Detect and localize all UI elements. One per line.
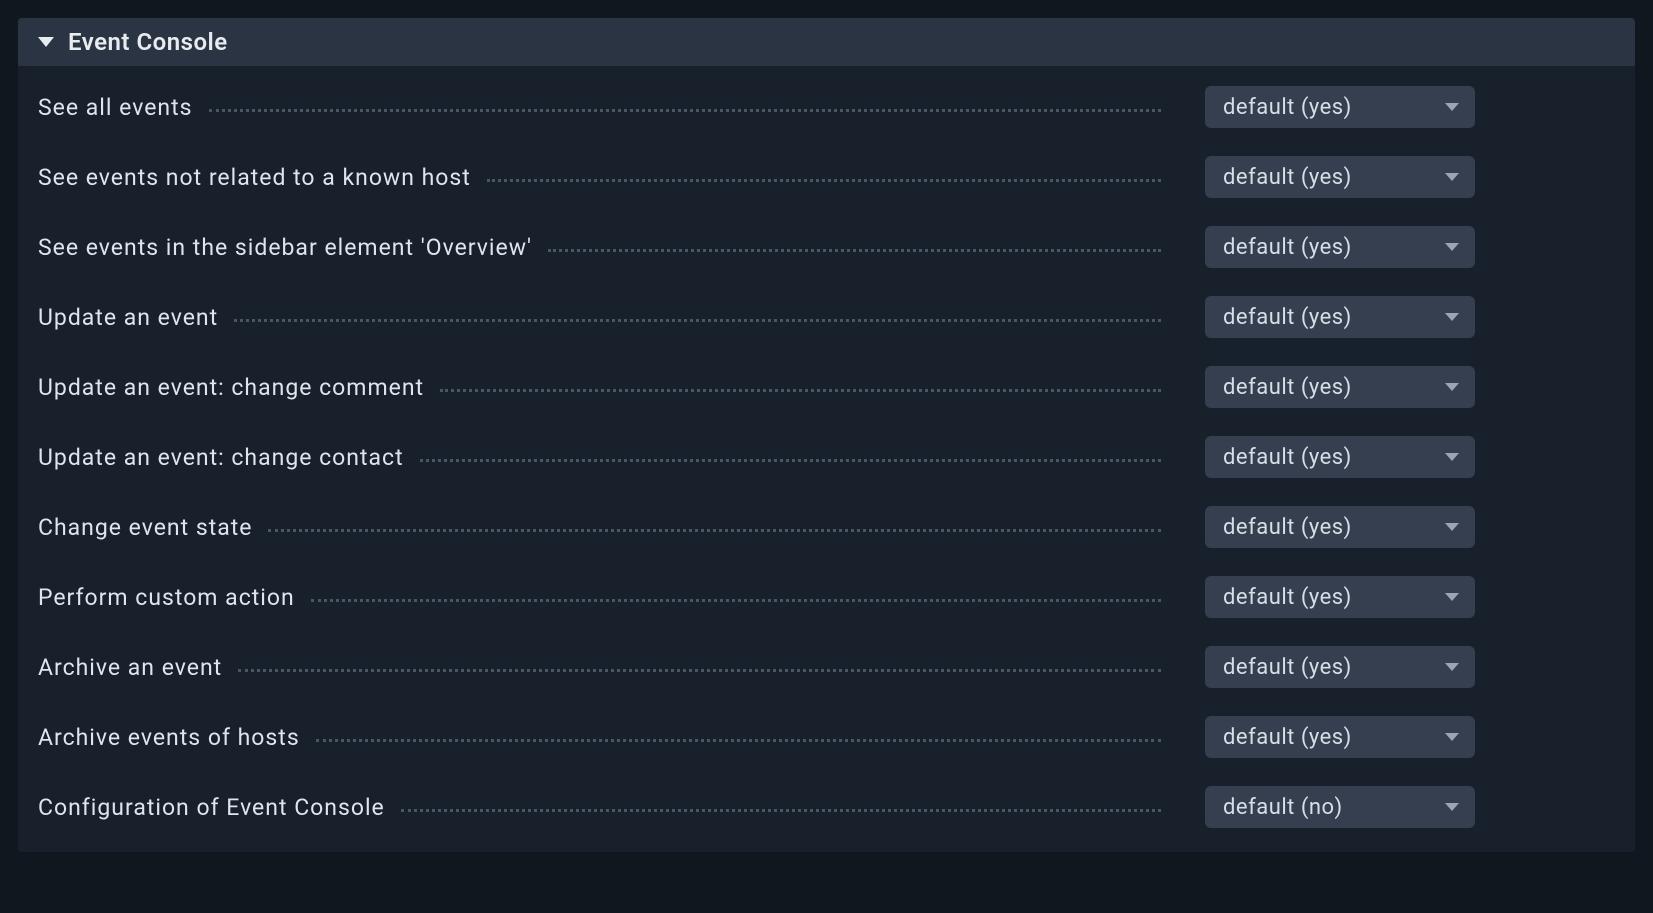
permission-label: Archive events of hosts [38, 724, 310, 751]
leader-dots [401, 809, 1161, 812]
permission-select[interactable]: default (yes) [1205, 716, 1475, 758]
permission-label-wrap: Archive events of hosts [38, 724, 1167, 751]
permission-label: Update an event: change contact [38, 444, 414, 471]
permission-select-value: default (yes) [1223, 655, 1352, 680]
permission-label: See all events [38, 94, 203, 121]
permission-select[interactable]: default (yes) [1205, 156, 1475, 198]
permission-row: Update an event: change contact default … [38, 436, 1615, 478]
permission-select-value: default (yes) [1223, 585, 1352, 610]
leader-dots [311, 599, 1161, 602]
permission-label-wrap: Archive an event [38, 654, 1167, 681]
permission-label-wrap: Change event state [38, 514, 1167, 541]
permission-select-value: default (yes) [1223, 95, 1352, 120]
permission-row: Archive an event default (yes) [38, 646, 1615, 688]
chevron-down-icon [1445, 663, 1459, 671]
permission-label: Change event state [38, 514, 262, 541]
permission-label: See events in the sidebar element 'Overv… [38, 234, 542, 261]
permission-row: Update an event: change comment default … [38, 366, 1615, 408]
leader-dots [440, 389, 1161, 392]
leader-dots [234, 319, 1161, 322]
chevron-down-icon [1445, 453, 1459, 461]
permission-row: Configuration of Event Console default (… [38, 786, 1615, 828]
panel-header[interactable]: Event Console [18, 18, 1635, 66]
chevron-down-icon [1445, 733, 1459, 741]
collapse-icon [38, 37, 54, 47]
permission-select[interactable]: default (no) [1205, 786, 1475, 828]
permission-label-wrap: See events in the sidebar element 'Overv… [38, 234, 1167, 261]
permission-row: See events in the sidebar element 'Overv… [38, 226, 1615, 268]
permission-label-wrap: See all events [38, 94, 1167, 121]
leader-dots [238, 669, 1161, 672]
chevron-down-icon [1445, 803, 1459, 811]
permission-select-value: default (yes) [1223, 445, 1352, 470]
chevron-down-icon [1445, 383, 1459, 391]
permission-select[interactable]: default (yes) [1205, 436, 1475, 478]
permission-label: Archive an event [38, 654, 232, 681]
permission-row: Change event state default (yes) [38, 506, 1615, 548]
permission-select[interactable]: default (yes) [1205, 86, 1475, 128]
permission-label: Update an event [38, 304, 228, 331]
permission-select[interactable]: default (yes) [1205, 576, 1475, 618]
permission-row: See events not related to a known host d… [38, 156, 1615, 198]
leader-dots [420, 459, 1161, 462]
leader-dots [487, 179, 1161, 182]
permission-label-wrap: Update an event: change contact [38, 444, 1167, 471]
permission-label-wrap: Update an event: change comment [38, 374, 1167, 401]
permission-select[interactable]: default (yes) [1205, 366, 1475, 408]
permission-select-value: default (yes) [1223, 165, 1352, 190]
permission-label: See events not related to a known host [38, 164, 481, 191]
permission-row: See all events default (yes) [38, 86, 1615, 128]
chevron-down-icon [1445, 173, 1459, 181]
permission-row: Archive events of hosts default (yes) [38, 716, 1615, 758]
chevron-down-icon [1445, 313, 1459, 321]
permission-select-value: default (yes) [1223, 515, 1352, 540]
chevron-down-icon [1445, 103, 1459, 111]
permission-select[interactable]: default (yes) [1205, 296, 1475, 338]
permission-row: Perform custom action default (yes) [38, 576, 1615, 618]
leader-dots [268, 529, 1161, 532]
permission-select-value: default (yes) [1223, 305, 1352, 330]
permission-label-wrap: Perform custom action [38, 584, 1167, 611]
permission-select[interactable]: default (yes) [1205, 226, 1475, 268]
permission-label: Configuration of Event Console [38, 794, 395, 821]
event-console-panel: Event Console See all events default (ye… [18, 18, 1635, 852]
panel-body: See all events default (yes) See events … [18, 66, 1635, 852]
chevron-down-icon [1445, 243, 1459, 251]
permission-row: Update an event default (yes) [38, 296, 1615, 338]
permission-label: Perform custom action [38, 584, 305, 611]
leader-dots [548, 249, 1161, 252]
permission-label-wrap: Update an event [38, 304, 1167, 331]
permission-label-wrap: Configuration of Event Console [38, 794, 1167, 821]
permission-label: Update an event: change comment [38, 374, 434, 401]
leader-dots [209, 109, 1162, 112]
permission-select-value: default (yes) [1223, 725, 1352, 750]
chevron-down-icon [1445, 593, 1459, 601]
panel-title: Event Console [68, 28, 228, 56]
chevron-down-icon [1445, 523, 1459, 531]
permission-label-wrap: See events not related to a known host [38, 164, 1167, 191]
permission-select[interactable]: default (yes) [1205, 506, 1475, 548]
permission-select-value: default (no) [1223, 795, 1343, 820]
permission-select-value: default (yes) [1223, 235, 1352, 260]
permission-select[interactable]: default (yes) [1205, 646, 1475, 688]
leader-dots [316, 739, 1161, 742]
permission-select-value: default (yes) [1223, 375, 1352, 400]
